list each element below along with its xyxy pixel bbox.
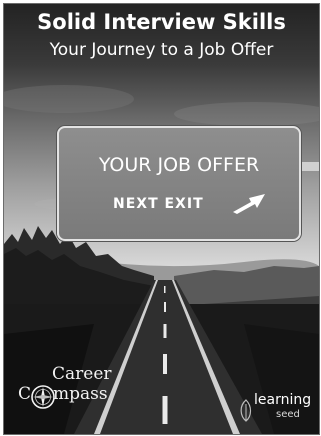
cover-subtitle: Your Journey to a Job Offer	[49, 40, 274, 60]
learning-seed-logo: learning seed	[232, 392, 319, 434]
sign-headline: YOUR JOB OFFER	[98, 154, 260, 176]
sign-next-exit: NEXT EXIT	[113, 196, 204, 212]
learning-seed-line1: learning	[254, 392, 312, 408]
compass-icon	[31, 385, 55, 409]
career-compass-logo: Career Cmpass	[4, 364, 164, 434]
highway-sign: YOUR JOB OFFER NEXT EXIT	[57, 126, 301, 241]
cover-title: Solid Interview Skills	[37, 10, 286, 34]
learning-seed-line2: seed	[276, 409, 300, 420]
seed-leaf-icon	[240, 399, 252, 422]
career-compass-line1: Career	[52, 364, 112, 384]
sign-post	[301, 162, 319, 171]
cover-image: Solid Interview Skills Your Journey to a…	[3, 3, 320, 435]
career-compass-rest: mpass	[53, 384, 108, 404]
exit-arrow-icon	[233, 194, 265, 214]
